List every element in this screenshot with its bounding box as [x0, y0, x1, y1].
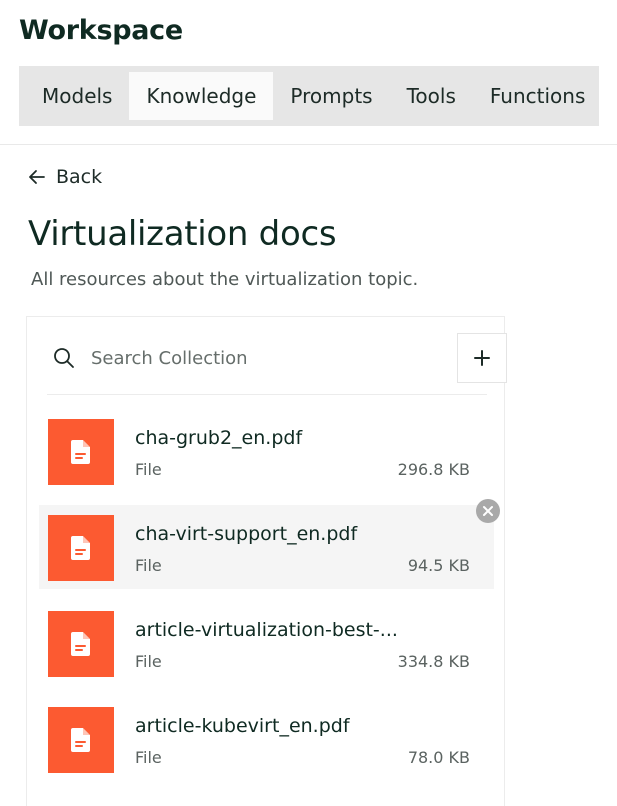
file-item[interactable]: cha-grub2_en.pdf File 296.8 KB: [39, 409, 494, 493]
workspace-page: Workspace Models Knowledge Prompts Tools…: [0, 0, 617, 806]
close-icon: [483, 506, 493, 516]
file-name: cha-virt-support_en.pdf: [135, 523, 358, 545]
tab-functions[interactable]: Functions: [473, 72, 603, 120]
search-icon: [54, 348, 74, 368]
file-size: 334.8 KB: [397, 652, 470, 671]
back-label: Back: [56, 166, 103, 188]
arrow-left-icon: [29, 170, 45, 184]
file-type: File: [135, 556, 162, 575]
knowledge-title: Virtualization docs: [28, 214, 337, 254]
document-icon: [48, 515, 114, 581]
document-icon: [48, 419, 114, 485]
file-item[interactable]: article-kubevirt_en.pdf File 78.0 KB: [39, 697, 494, 781]
knowledge-description: All resources about the virtualization t…: [31, 269, 419, 290]
add-content-button[interactable]: [457, 333, 507, 383]
document-icon: [48, 707, 114, 773]
file-name: cha-grub2_en.pdf: [135, 427, 303, 449]
tab-tools[interactable]: Tools: [390, 72, 473, 120]
header-divider: [0, 144, 617, 145]
file-size: 78.0 KB: [407, 748, 470, 767]
tab-prompts[interactable]: Prompts: [273, 72, 389, 120]
file-type: File: [135, 652, 162, 671]
file-type: File: [135, 460, 162, 479]
tab-knowledge[interactable]: Knowledge: [129, 72, 274, 120]
plus-icon: [474, 350, 490, 366]
tab-models[interactable]: Models: [25, 72, 129, 120]
file-size: 94.5 KB: [407, 556, 470, 575]
workspace-title: Workspace: [19, 15, 183, 46]
collection-panel: cha-grub2_en.pdf File 296.8 KB cha-virt-…: [26, 316, 507, 806]
file-list: cha-grub2_en.pdf File 296.8 KB cha-virt-…: [27, 409, 506, 793]
back-button[interactable]: Back: [27, 166, 102, 188]
file-name: article-kubevirt_en.pdf: [135, 715, 350, 737]
file-item[interactable]: cha-virt-support_en.pdf File 94.5 KB: [39, 499, 500, 589]
search-input[interactable]: [91, 343, 421, 373]
file-name: article-virtualization-best-...: [135, 619, 398, 641]
remove-file-button[interactable]: [476, 499, 500, 523]
file-item[interactable]: article-virtualization-best-... File 334…: [39, 601, 494, 685]
search-bar: [47, 333, 507, 395]
file-size: 296.8 KB: [397, 460, 470, 479]
workspace-tabbar: Models Knowledge Prompts Tools Functions: [19, 66, 599, 126]
document-icon: [48, 611, 114, 677]
file-type: File: [135, 748, 162, 767]
